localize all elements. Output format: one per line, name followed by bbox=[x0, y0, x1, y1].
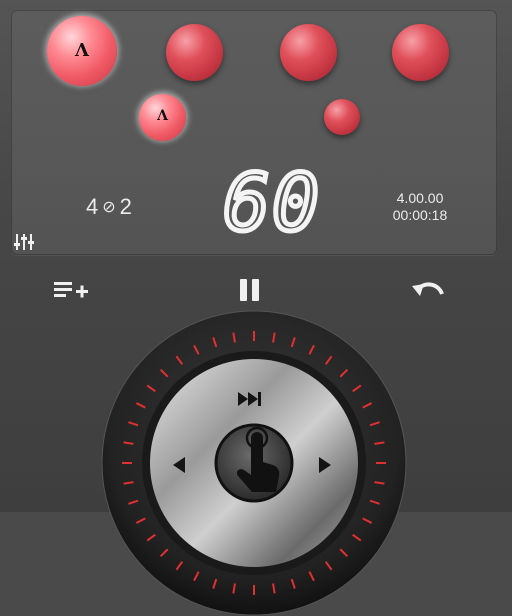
playlist-add-icon[interactable] bbox=[52, 276, 90, 304]
sliders-icon[interactable] bbox=[13, 233, 35, 251]
beat-ball-5[interactable]: Λ bbox=[139, 94, 186, 141]
beat-ball-3[interactable] bbox=[280, 24, 337, 81]
meter-readout[interactable]: 4 ⊘ 2 bbox=[86, 194, 132, 220]
subdivision-icon: ⊘ bbox=[102, 199, 116, 216]
beat-ball-6[interactable] bbox=[324, 99, 360, 135]
tempo-value: 60 bbox=[223, 164, 321, 240]
beat-ball-2[interactable] bbox=[166, 24, 223, 81]
beat-ball-4[interactable] bbox=[392, 24, 449, 81]
undo-icon[interactable] bbox=[408, 276, 448, 304]
beat-ball-1[interactable]: Λ bbox=[47, 16, 117, 86]
accent-mark: Λ bbox=[157, 108, 168, 124]
tempo-dial[interactable] bbox=[101, 310, 407, 616]
meter-top: 4 bbox=[86, 194, 99, 219]
tempo-readout[interactable]: 60 bbox=[222, 164, 322, 240]
pause-icon[interactable] bbox=[236, 276, 264, 304]
timer-info: 4.00.00 00:00:18 bbox=[370, 190, 470, 224]
bar-position: 4.00.00 bbox=[396, 190, 444, 206]
elapsed-time: 00:00:18 bbox=[392, 207, 448, 223]
accent-mark: Λ bbox=[75, 40, 89, 61]
meter-bottom: 2 bbox=[119, 194, 132, 219]
